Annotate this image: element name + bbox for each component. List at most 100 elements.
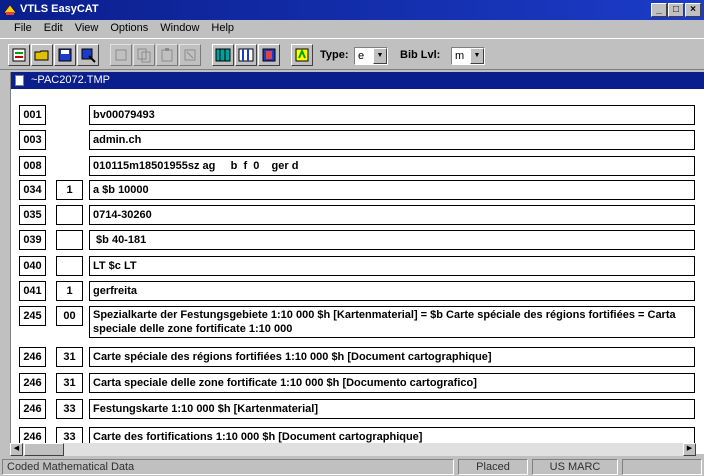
maximize-button[interactable]: □ xyxy=(668,3,684,17)
columns-icon xyxy=(238,48,254,62)
save-export-icon xyxy=(81,48,96,63)
field-indicators[interactable]: 31 xyxy=(56,373,83,393)
field-data[interactable]: 010115m18501955sz ag b f 0 ger d xyxy=(89,156,695,176)
minimize-button[interactable]: _ xyxy=(651,3,667,17)
cut-button[interactable] xyxy=(110,44,132,66)
marc-field-row: 041 1 gerfreita xyxy=(11,281,695,301)
field-tag[interactable]: 246 xyxy=(19,347,46,367)
columns-button[interactable] xyxy=(235,44,257,66)
field-data[interactable]: 0714-30260 xyxy=(89,205,695,225)
marc-field-row: 003 admin.ch xyxy=(11,130,695,150)
field-data[interactable]: bv00079493 xyxy=(89,105,695,125)
bib-lvl-label: Bib Lvl: xyxy=(400,49,441,61)
title-bar[interactable]: VTLS EasyCAT _ □ × xyxy=(0,0,704,20)
document-title-bar[interactable]: ~PAC2072.TMP xyxy=(11,72,704,89)
marc-field-row: 039 $b 40-181 xyxy=(11,230,695,250)
status-mode: Placed xyxy=(458,459,528,475)
marc-field-row: 001 bv00079493 xyxy=(11,105,695,125)
paste-button[interactable] xyxy=(156,44,178,66)
field-tag[interactable]: 034 xyxy=(19,180,46,200)
field-tag[interactable]: 035 xyxy=(19,205,46,225)
chevron-down-icon[interactable]: ▼ xyxy=(470,48,484,64)
menu-window[interactable]: Window xyxy=(154,20,205,38)
marc-field-row: 246 31 Carte spéciale des régions fortif… xyxy=(11,347,695,367)
field-tag[interactable]: 003 xyxy=(19,130,46,150)
scroll-right-icon[interactable]: ▶ xyxy=(683,443,696,456)
help-button[interactable] xyxy=(291,44,313,66)
new-record-icon xyxy=(12,48,26,62)
type-select[interactable]: e ▼ xyxy=(354,47,388,65)
type-value: e xyxy=(358,50,365,62)
field-tag[interactable]: 001 xyxy=(19,105,46,125)
chevron-down-icon[interactable]: ▼ xyxy=(373,48,387,64)
status-extra-panel xyxy=(622,459,702,475)
field-indicators[interactable]: 1 xyxy=(56,180,83,200)
field-indicators[interactable]: 31 xyxy=(56,347,83,367)
clear-icon xyxy=(184,49,196,61)
field-data[interactable]: Spezialkarte der Festungsgebiete 1:10 00… xyxy=(89,306,695,338)
open-folder-icon xyxy=(34,50,49,61)
document-title: ~PAC2072.TMP xyxy=(31,74,110,86)
horizontal-scrollbar[interactable]: ◀ ▶ xyxy=(10,443,696,456)
menu-edit[interactable]: Edit xyxy=(38,20,69,38)
scroll-left-icon[interactable]: ◀ xyxy=(10,443,23,456)
marc-field-row: 040 LT $c LT xyxy=(11,256,695,276)
field-tag[interactable]: 041 xyxy=(19,281,46,301)
copy-button[interactable] xyxy=(133,44,155,66)
field-data[interactable]: gerfreita xyxy=(89,281,695,301)
menu-bar: File Edit View Options Window Help xyxy=(0,20,704,38)
new-record-button[interactable] xyxy=(8,44,30,66)
bib-lvl-value: m xyxy=(455,50,465,62)
app-icon xyxy=(3,4,17,15)
bib-lvl-select[interactable]: m ▼ xyxy=(451,47,485,65)
menu-options[interactable]: Options xyxy=(104,20,154,38)
validate-grid-icon xyxy=(215,48,231,62)
clear-button[interactable] xyxy=(179,44,201,66)
save-disk-icon xyxy=(58,48,72,62)
menu-file[interactable]: File xyxy=(8,20,38,38)
marc-field-row: 035 0714-30260 xyxy=(11,205,695,225)
field-data[interactable]: Festungskarte 1:10 000 $h [Kartenmateria… xyxy=(89,399,695,419)
field-data[interactable]: a $b 10000 xyxy=(89,180,695,200)
menu-view[interactable]: View xyxy=(69,20,105,38)
marc-field-row: 246 33 Festungskarte 1:10 000 $h [Karten… xyxy=(11,399,695,419)
field-data[interactable]: Carta speciale delle zone fortificate 1:… xyxy=(89,373,695,393)
field-tag[interactable]: 246 xyxy=(19,373,46,393)
document-icon xyxy=(15,75,24,86)
field-indicators[interactable] xyxy=(56,230,83,250)
field-indicators[interactable] xyxy=(56,256,83,276)
field-indicators[interactable] xyxy=(56,205,83,225)
field-data[interactable]: $b 40-181 xyxy=(89,230,695,250)
toolbar: Type: e ▼ Bib Lvl: m ▼ xyxy=(0,38,704,70)
paste-icon xyxy=(161,48,173,62)
type-label: Type: xyxy=(320,49,349,61)
close-button[interactable]: × xyxy=(685,3,701,17)
field-data[interactable]: LT $c LT xyxy=(89,256,695,276)
field-tag[interactable]: 245 xyxy=(19,306,46,326)
copy-icon xyxy=(137,48,151,63)
field-tag[interactable]: 040 xyxy=(19,256,46,276)
scroll-thumb[interactable] xyxy=(24,443,64,456)
field-tag[interactable]: 008 xyxy=(19,156,46,176)
field-tag[interactable]: 246 xyxy=(19,399,46,419)
status-format: US MARC xyxy=(532,459,618,475)
bookmark-icon xyxy=(262,48,276,62)
status-field-description: Coded Mathematical Data xyxy=(2,459,454,475)
open-record-button[interactable] xyxy=(31,44,53,66)
marc-field-row: 246 31 Carta speciale delle zone fortifi… xyxy=(11,373,695,393)
status-bar: Coded Mathematical Data Placed US MARC xyxy=(0,458,704,476)
field-indicators[interactable]: 33 xyxy=(56,399,83,419)
field-data[interactable]: Carte spéciale des régions fortifiées 1:… xyxy=(89,347,695,367)
validate-button[interactable] xyxy=(212,44,234,66)
field-indicators[interactable]: 1 xyxy=(56,281,83,301)
save-record-button[interactable] xyxy=(54,44,76,66)
window-title: VTLS EasyCAT xyxy=(20,3,99,15)
save-as-button[interactable] xyxy=(77,44,99,66)
marc-field-row: 245 00 Spezialkarte der Festungsgebiete … xyxy=(11,306,695,338)
bookmark-button[interactable] xyxy=(258,44,280,66)
menu-help[interactable]: Help xyxy=(205,20,240,38)
field-indicators[interactable]: 00 xyxy=(56,306,83,326)
field-data[interactable]: admin.ch xyxy=(89,130,695,150)
field-tag[interactable]: 039 xyxy=(19,230,46,250)
record-document-window: ~PAC2072.TMP 001 bv00079493 003 admin.ch… xyxy=(10,72,704,454)
